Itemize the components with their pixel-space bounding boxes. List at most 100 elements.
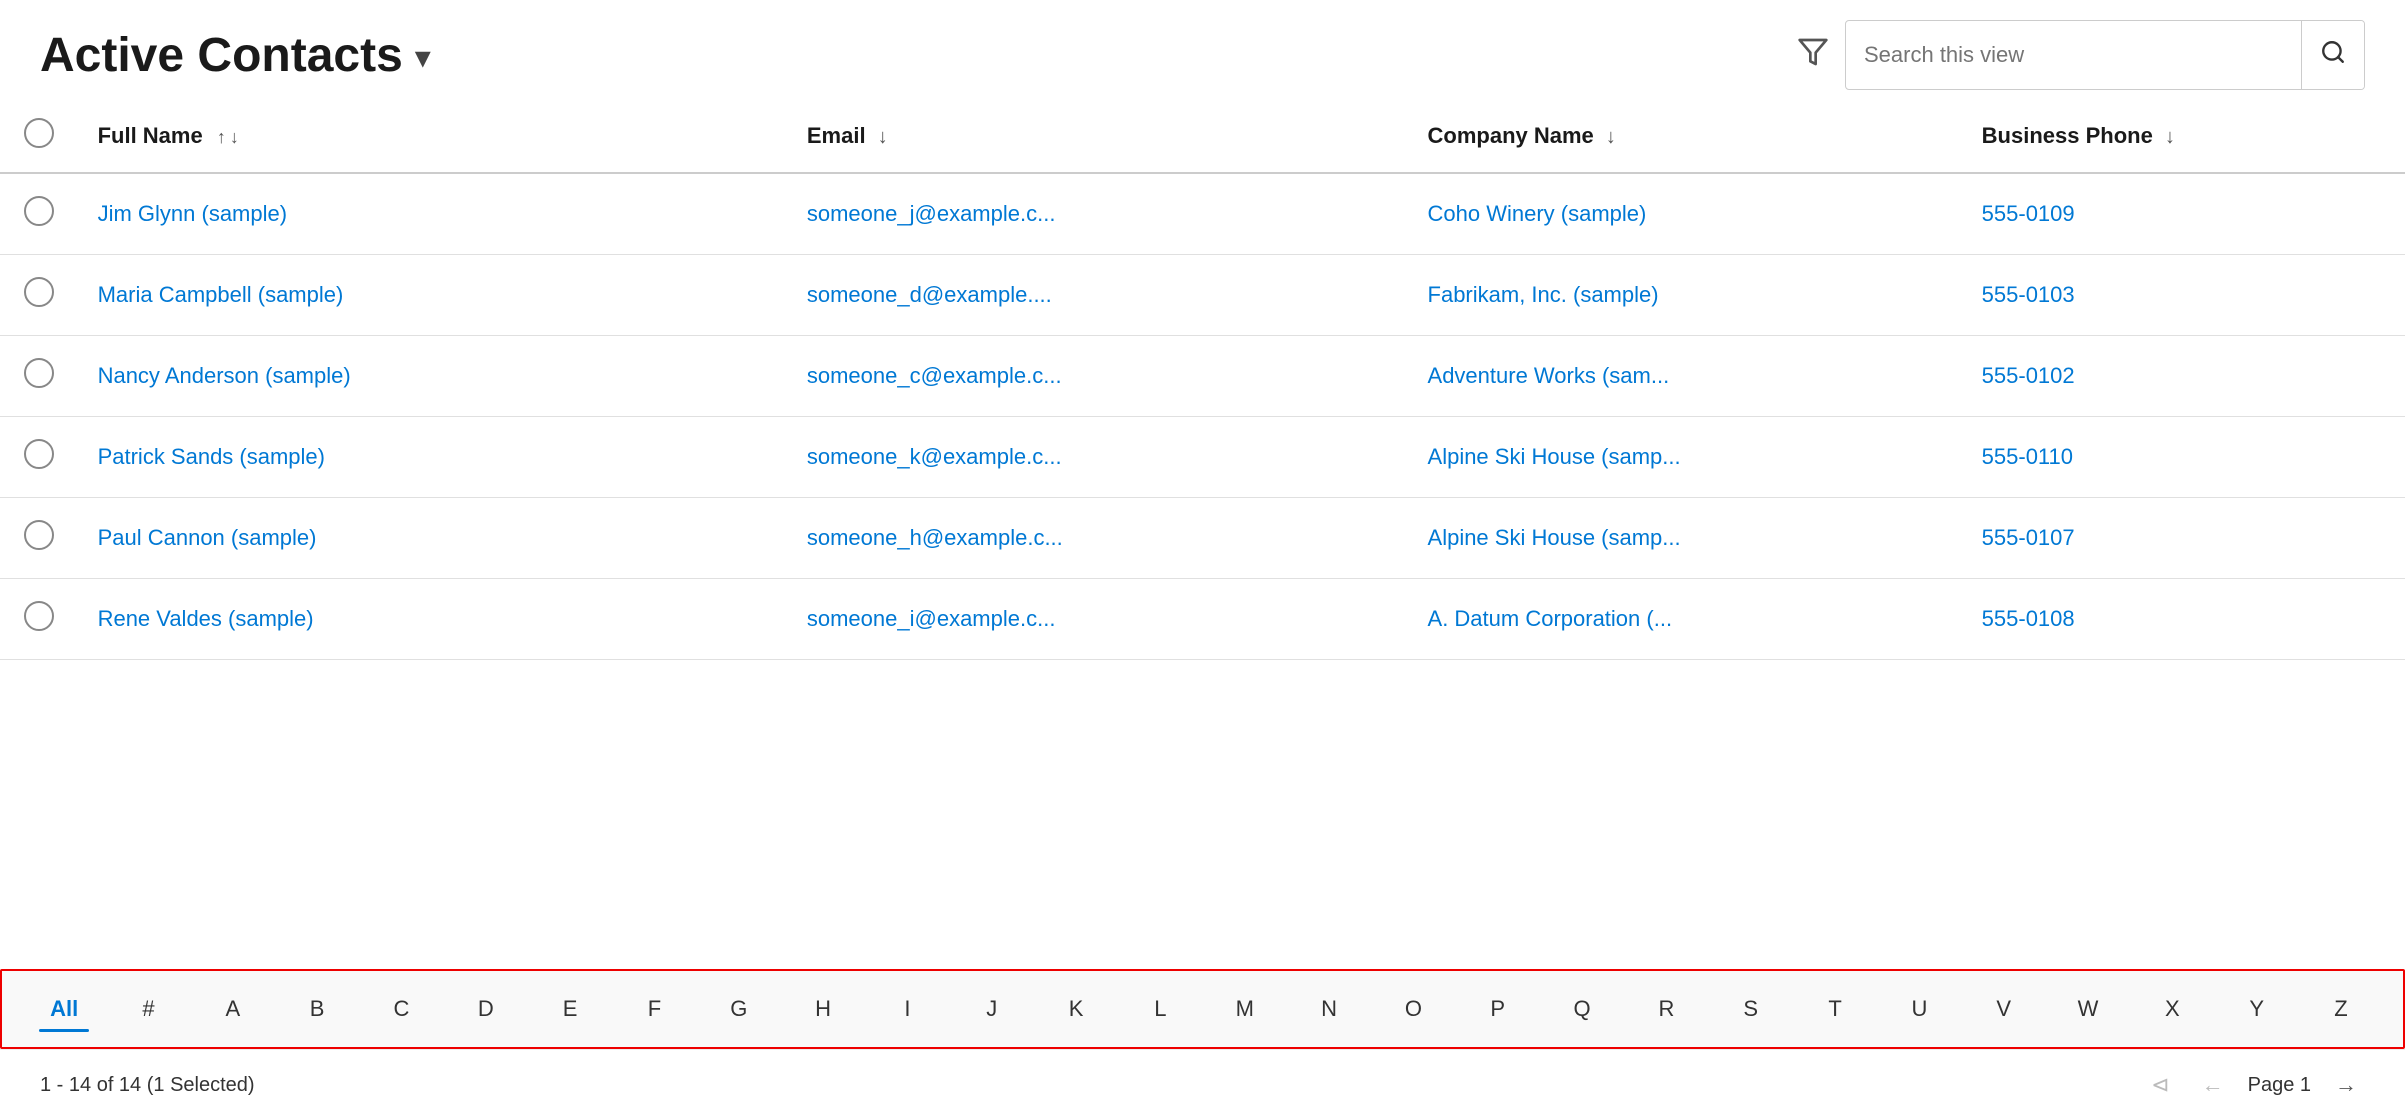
- row-phone: 555-0102: [1962, 336, 2405, 417]
- email-link[interactable]: someone_i@example.c...: [807, 606, 1056, 631]
- row-email: someone_h@example.c...: [787, 498, 1408, 579]
- email-link[interactable]: someone_k@example.c...: [807, 444, 1062, 469]
- row-email: someone_c@example.c...: [787, 336, 1408, 417]
- company-link[interactable]: A. Datum Corporation (...: [1428, 606, 1673, 631]
- company-link[interactable]: Fabrikam, Inc. (sample): [1428, 282, 1659, 307]
- table-row: Patrick Sands (sample) someone_k@example…: [0, 417, 2405, 498]
- company-link[interactable]: Alpine Ski House (samp...: [1428, 444, 1681, 469]
- company-link[interactable]: Alpine Ski House (samp...: [1428, 525, 1681, 550]
- alpha-item-d[interactable]: D: [444, 986, 528, 1032]
- footer-info: 1 - 14 of 14 (1 Selected): [40, 1074, 255, 1097]
- row-company: Alpine Ski House (samp...: [1408, 417, 1962, 498]
- footer: 1 - 14 of 14 (1 Selected) ⊲ ← Page 1 →: [0, 1049, 2405, 1120]
- phone-link[interactable]: 555-0102: [1982, 363, 2075, 388]
- sort-asc-icon[interactable]: ↑: [217, 127, 226, 148]
- phone-link[interactable]: 555-0109: [1982, 201, 2075, 226]
- alpha-item-o[interactable]: O: [1371, 986, 1455, 1032]
- row-checkbox[interactable]: [24, 196, 54, 226]
- sort-desc-icon[interactable]: ↓: [230, 127, 239, 148]
- fullname-link[interactable]: Patrick Sands (sample): [98, 444, 325, 469]
- alpha-item-j[interactable]: J: [950, 986, 1034, 1032]
- fullname-link[interactable]: Rene Valdes (sample): [98, 606, 314, 631]
- alpha-item-u[interactable]: U: [1877, 986, 1961, 1032]
- phone-link[interactable]: 555-0103: [1982, 282, 2075, 307]
- page-title: Active Contacts: [40, 28, 403, 83]
- table-body: Jim Glynn (sample) someone_j@example.c..…: [0, 173, 2405, 660]
- alpha-item-t[interactable]: T: [1793, 986, 1877, 1032]
- email-sort-icon[interactable]: ↓: [878, 126, 888, 148]
- alpha-item-k[interactable]: K: [1034, 986, 1118, 1032]
- row-company: Coho Winery (sample): [1408, 173, 1962, 255]
- email-link[interactable]: someone_d@example....: [807, 282, 1052, 307]
- company-link[interactable]: Coho Winery (sample): [1428, 201, 1647, 226]
- row-fullname: Paul Cannon (sample): [78, 498, 787, 579]
- phone-link[interactable]: 555-0107: [1982, 525, 2075, 550]
- alpha-item-q[interactable]: Q: [1540, 986, 1624, 1032]
- row-checkbox[interactable]: [24, 439, 54, 469]
- fullname-link[interactable]: Jim Glynn (sample): [98, 201, 287, 226]
- email-link[interactable]: someone_j@example.c...: [807, 201, 1056, 226]
- next-page-button[interactable]: →: [2327, 1068, 2365, 1102]
- company-link[interactable]: Adventure Works (sam...: [1428, 363, 1670, 388]
- row-company: Fabrikam, Inc. (sample): [1408, 255, 1962, 336]
- th-select-all[interactable]: [0, 100, 78, 173]
- row-phone: 555-0110: [1962, 417, 2405, 498]
- row-phone: 555-0108: [1962, 579, 2405, 660]
- alpha-item-v[interactable]: V: [1962, 986, 2046, 1032]
- alpha-item-p[interactable]: P: [1456, 986, 1540, 1032]
- alpha-item-m[interactable]: M: [1203, 986, 1287, 1032]
- search-box: [1845, 20, 2365, 90]
- row-phone: 555-0107: [1962, 498, 2405, 579]
- row-phone: 555-0109: [1962, 173, 2405, 255]
- chevron-down-icon[interactable]: ▾: [415, 38, 431, 76]
- alpha-item-x[interactable]: X: [2130, 986, 2214, 1032]
- alpha-item-n[interactable]: N: [1287, 986, 1371, 1032]
- filter-icon[interactable]: [1797, 36, 1829, 75]
- select-all-checkbox[interactable]: [24, 118, 54, 148]
- alpha-bar: All#ABCDEFGHIJKLMNOPQRSTUVWXYZ: [0, 969, 2405, 1049]
- search-input[interactable]: [1846, 42, 2301, 68]
- alpha-item-a[interactable]: A: [191, 986, 275, 1032]
- phone-link[interactable]: 555-0110: [1982, 444, 2073, 469]
- search-button[interactable]: [2301, 21, 2364, 89]
- alpha-item-b[interactable]: B: [275, 986, 359, 1032]
- alpha-item-f[interactable]: F: [612, 986, 696, 1032]
- alpha-item-g[interactable]: G: [697, 986, 781, 1032]
- row-company: Adventure Works (sam...: [1408, 336, 1962, 417]
- first-page-button[interactable]: ⊲: [2143, 1068, 2177, 1102]
- row-checkbox-cell: [0, 255, 78, 336]
- alpha-item-y[interactable]: Y: [2215, 986, 2299, 1032]
- page-label: Page 1: [2248, 1074, 2311, 1097]
- row-checkbox[interactable]: [24, 601, 54, 631]
- alpha-item-i[interactable]: I: [865, 986, 949, 1032]
- row-checkbox[interactable]: [24, 277, 54, 307]
- email-link[interactable]: someone_c@example.c...: [807, 363, 1062, 388]
- email-link[interactable]: someone_h@example.c...: [807, 525, 1063, 550]
- alpha-item-r[interactable]: R: [1624, 986, 1708, 1032]
- alpha-item-h[interactable]: H: [781, 986, 865, 1032]
- alpha-item-c[interactable]: C: [359, 986, 443, 1032]
- row-checkbox-cell: [0, 498, 78, 579]
- row-checkbox-cell: [0, 579, 78, 660]
- phone-link[interactable]: 555-0108: [1982, 606, 2075, 631]
- table-row: Jim Glynn (sample) someone_j@example.c..…: [0, 173, 2405, 255]
- alpha-item-l[interactable]: L: [1118, 986, 1202, 1032]
- row-email: someone_k@example.c...: [787, 417, 1408, 498]
- fullname-link[interactable]: Maria Campbell (sample): [98, 282, 344, 307]
- alpha-item-z[interactable]: Z: [2299, 986, 2383, 1032]
- row-fullname: Jim Glynn (sample): [78, 173, 787, 255]
- company-sort-icon[interactable]: ↓: [1606, 126, 1616, 148]
- fullname-link[interactable]: Nancy Anderson (sample): [98, 363, 351, 388]
- alpha-item-w[interactable]: W: [2046, 986, 2130, 1032]
- prev-page-button[interactable]: ←: [2194, 1068, 2232, 1102]
- alpha-item-s[interactable]: S: [1709, 986, 1793, 1032]
- th-email: Email ↓: [787, 100, 1408, 173]
- alpha-item-all[interactable]: All: [22, 986, 106, 1032]
- row-checkbox[interactable]: [24, 358, 54, 388]
- alpha-item-#[interactable]: #: [106, 986, 190, 1032]
- fullname-link[interactable]: Paul Cannon (sample): [98, 525, 317, 550]
- row-checkbox[interactable]: [24, 520, 54, 550]
- alpha-item-e[interactable]: E: [528, 986, 612, 1032]
- table-row: Maria Campbell (sample) someone_d@exampl…: [0, 255, 2405, 336]
- phone-sort-icon[interactable]: ↓: [2165, 126, 2175, 148]
